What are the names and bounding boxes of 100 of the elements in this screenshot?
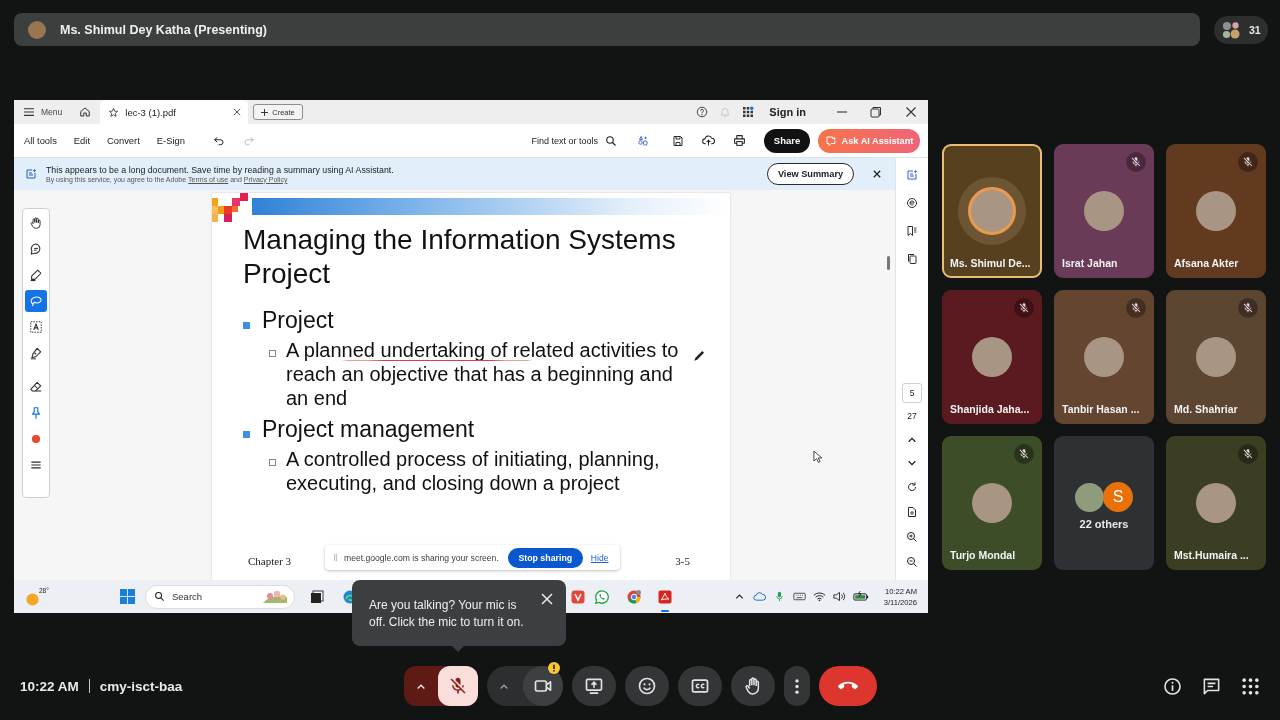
participant-name: Tanbir Hasan ... [1062, 403, 1140, 415]
menu-button[interactable]: Menu [18, 100, 69, 124]
keyboard-icon[interactable] [792, 591, 806, 602]
hand-icon [29, 216, 43, 230]
camera-button[interactable] [522, 666, 563, 706]
tooltip-message: Are you talking? Your mic is off. Click the mic to turn it on. [369, 597, 525, 631]
cloud-icon[interactable] [752, 591, 766, 602]
color-dot-icon [29, 432, 43, 446]
document-app-icon [658, 589, 672, 604]
undo-icon[interactable] [212, 134, 225, 147]
microphone-button[interactable] [437, 666, 478, 706]
bullet-text: Project management [262, 415, 475, 443]
app-tile-icon [571, 589, 585, 604]
bookmark-icon[interactable] [906, 225, 918, 237]
find-tools-button[interactable]: Find text or tools [531, 134, 617, 147]
cloud-upload-icon[interactable] [702, 134, 715, 147]
participant-name: Ms. Shimul De... [950, 257, 1031, 269]
captions-button[interactable] [677, 666, 722, 706]
more-options-button[interactable] [783, 666, 810, 706]
avatar-placeholder [972, 483, 1012, 523]
meeting-time: 10:22 AM [20, 678, 79, 694]
star-icon[interactable] [108, 106, 120, 118]
close-icon[interactable] [233, 108, 242, 116]
home-icon[interactable] [79, 106, 92, 118]
stop-sharing-button[interactable]: Stop sharing [507, 547, 583, 568]
rotate-icon[interactable] [906, 481, 918, 493]
raise-hand-button[interactable] [730, 666, 775, 706]
hollow-square-bullet-icon [269, 350, 276, 357]
text-box-icon [29, 320, 43, 334]
close-icon[interactable] [873, 170, 881, 178]
sparkle-shapes-icon[interactable] [637, 134, 649, 147]
sign-in-button[interactable]: Sign in [769, 106, 806, 118]
print-icon[interactable] [733, 134, 746, 147]
share-button[interactable]: Share [764, 128, 810, 153]
square-bullet-icon [243, 322, 250, 329]
help-icon[interactable] [696, 106, 709, 118]
participant-name: Israt Jahan [1062, 257, 1118, 269]
others-count: 22 others [1079, 518, 1129, 530]
captions-icon [689, 676, 710, 696]
sparkle-document-icon [25, 168, 37, 180]
leave-call-button[interactable] [818, 666, 877, 706]
close-icon[interactable] [905, 106, 917, 118]
caret-up-icon [498, 682, 509, 690]
current-page-field[interactable]: 5 [902, 383, 922, 403]
apps-grid-icon[interactable] [742, 106, 755, 118]
wifi-icon[interactable] [812, 591, 826, 602]
sub-bullet-text: A controlled process of initiating, planning, executing, and closing down a project [286, 447, 661, 495]
sparkle-chat-icon [824, 134, 837, 147]
view-summary-button[interactable]: View Summary [767, 163, 854, 185]
lasso-tool-button[interactable] [25, 290, 47, 312]
comment-icon[interactable] [906, 197, 918, 209]
square-bullet-icon [243, 431, 250, 438]
smiley-icon [636, 676, 657, 696]
search-icon [605, 134, 617, 147]
avatar-placeholder [28, 20, 46, 39]
avatar-placeholder [1196, 337, 1236, 377]
active-app-indicator [661, 609, 669, 612]
battery-icon[interactable] [852, 591, 869, 602]
avatar-placeholder [968, 187, 1016, 235]
chevron-down-icon[interactable] [907, 458, 917, 468]
eraser-icon [29, 380, 43, 394]
present-button[interactable] [571, 666, 616, 706]
reactions-button[interactable] [624, 666, 669, 706]
restore-icon[interactable] [870, 106, 882, 118]
taskbar-search-button[interactable]: Search [145, 584, 295, 609]
participants-button[interactable]: 31 [1214, 15, 1268, 44]
lasso-icon [29, 294, 43, 308]
zoom-out-icon[interactable] [906, 556, 918, 568]
page-settings-icon[interactable] [906, 506, 918, 518]
avatar-placeholder [1084, 191, 1124, 231]
info-icon[interactable] [1163, 676, 1182, 696]
toolbar-menu-item[interactable]: Convert [107, 135, 140, 146]
save-icon[interactable] [672, 134, 684, 147]
highlighter-icon [29, 268, 43, 282]
pages-icon[interactable] [906, 253, 918, 265]
bullet-text: Project [262, 306, 334, 334]
chat-icon[interactable] [1202, 676, 1221, 696]
drag-handle-icon[interactable] [334, 553, 337, 562]
window-stack-icon [310, 589, 324, 604]
caret-up-icon [415, 682, 426, 690]
toolbar-menu-item[interactable]: Edit [73, 135, 90, 146]
avatar-placeholder [1196, 191, 1236, 231]
avatar-placeholder [1075, 482, 1104, 512]
slide-page-number: 3-5 [675, 554, 690, 568]
present-screen-icon [583, 676, 604, 696]
avatar-group-icon [1222, 20, 1240, 39]
four-panes-icon[interactable] [120, 589, 135, 604]
volume-icon[interactable] [832, 591, 846, 602]
apps-grid-icon[interactable] [1241, 676, 1260, 696]
toolbar-menu-item[interactable]: E-Sign [156, 135, 185, 146]
scrollbar-thumb[interactable] [887, 256, 890, 270]
menu-icon [29, 458, 43, 472]
toolbar-menu-item[interactable]: All tools [24, 135, 57, 146]
hollow-square-bullet-icon [269, 459, 276, 466]
zoom-in-icon[interactable] [906, 531, 918, 543]
hide-link[interactable]: Hide [590, 552, 609, 563]
document-tab[interactable]: lec-3 (1).pdf [100, 100, 249, 124]
chevron-up-icon[interactable] [907, 435, 917, 445]
pen-cursor-icon [692, 350, 705, 363]
sparkle-document-icon[interactable] [906, 169, 918, 181]
